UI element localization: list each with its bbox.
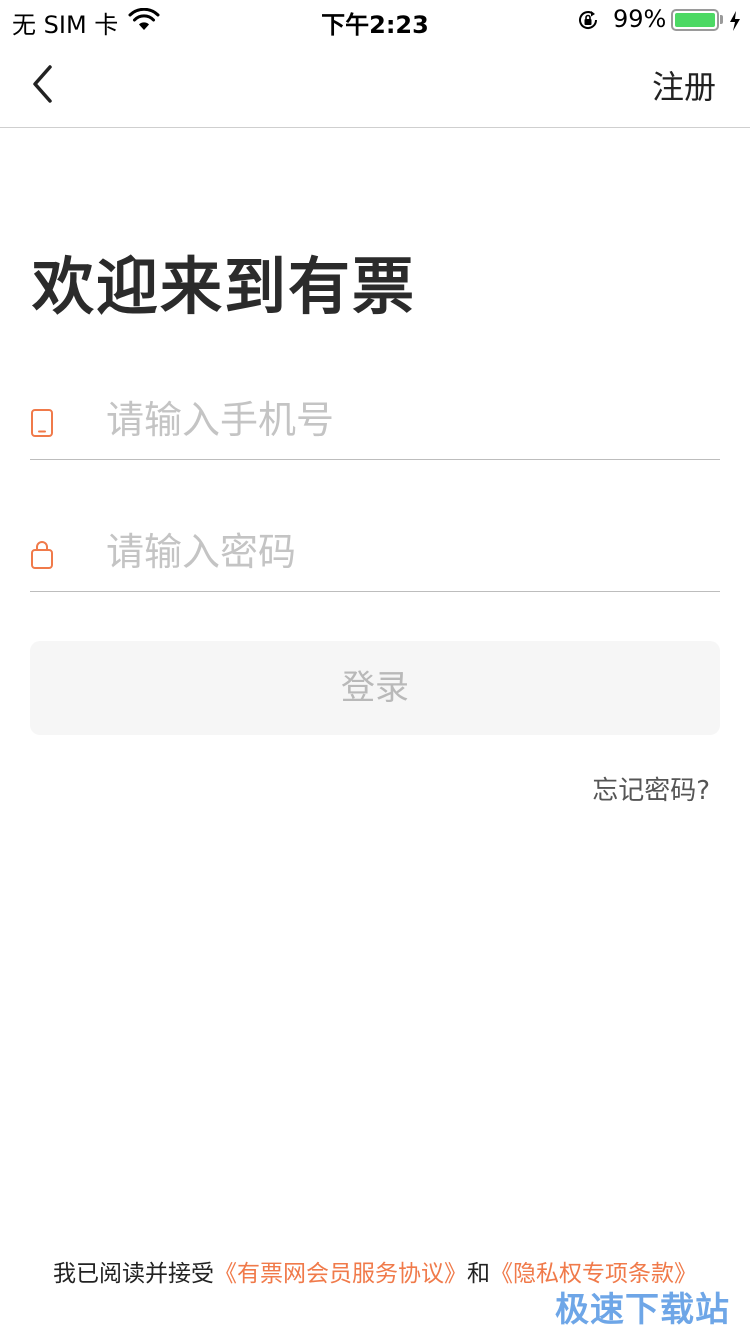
watermark-logo: 极速下载站 <box>555 1290 730 1330</box>
phone-input[interactable] <box>106 388 706 452</box>
password-input[interactable] <box>106 520 706 584</box>
nav-bar: 注册 <box>0 40 750 128</box>
orientation-lock-icon <box>579 11 598 29</box>
battery-level <box>675 13 715 27</box>
status-bar: 无 SIM 卡 下午2:23 99% <box>0 0 750 40</box>
battery-percent: 99% <box>613 5 667 33</box>
phone-icon <box>31 409 53 437</box>
forgot-password-link[interactable]: 忘记密码? <box>592 770 710 807</box>
password-field <box>30 512 720 592</box>
lock-icon <box>31 541 53 569</box>
battery-icon <box>671 9 719 31</box>
charging-bolt-icon <box>730 11 740 31</box>
battery-tip <box>720 15 723 24</box>
phone-field <box>30 380 720 460</box>
page-title: 欢迎来到有票 <box>32 250 417 323</box>
register-button[interactable]: 注册 <box>652 62 716 108</box>
agreement-middle: 和 <box>467 1261 490 1287</box>
service-agreement-link[interactable]: 《有票网会员服务协议》 <box>214 1261 467 1287</box>
agreement-prefix: 我已阅读并接受 <box>53 1261 214 1287</box>
login-button[interactable]: 登录 <box>30 641 720 735</box>
chevron-left-icon[interactable] <box>30 64 56 104</box>
